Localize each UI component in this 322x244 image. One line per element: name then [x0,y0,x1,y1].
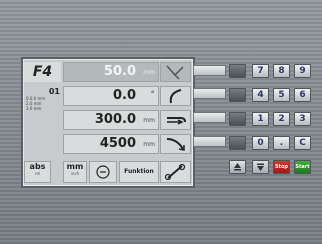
key-5[interactable]: 5 [273,88,290,102]
function-key-3[interactable] [229,112,246,126]
arrow-down-icon [253,163,268,176]
abs-rel-button[interactable]: abs rel [24,161,51,183]
key-0[interactable]: 0 [252,136,269,150]
key-3[interactable]: 3 [294,112,311,126]
program-info: 01 0.0.0 mm 2.0 mm 3.0 mm [24,85,62,111]
inch-label: inch [70,171,80,176]
main-value-unit: mm [143,69,155,76]
display-row-main: F4 50.0 mm [23,61,193,83]
display-row-feed: 4500 mm [23,133,193,155]
feed-value-field[interactable]: 4500 mm [63,134,159,154]
key-1[interactable]: 1 [252,112,269,126]
stop-button[interactable]: Stop [273,160,290,174]
length-unit: mm [143,117,155,124]
rotate-button[interactable] [89,161,117,183]
rotate-icon [90,165,116,184]
angle-unit: ° [150,90,156,100]
feed-value: 4500 [99,136,136,151]
tool-button[interactable] [160,161,191,183]
function-key-2[interactable] [229,88,246,102]
display-row-angle: 01 0.0.0 mm 2.0 mm 3.0 mm 0.0 ° [23,85,193,111]
key-8[interactable]: 8 [273,64,290,78]
function-label: Funktion [124,168,154,175]
feed-icon[interactable] [160,134,191,154]
tool-icon [161,163,190,184]
main-value: 50.0 [103,64,136,79]
function-button[interactable]: Funktion [119,161,159,183]
display-row-length: 300.0 mm [23,109,193,131]
length-value: 300.0 [94,112,136,127]
arrow-up-icon [230,163,245,176]
softkey-4[interactable] [193,136,226,147]
angle-value-field[interactable]: 0.0 ° [63,86,159,106]
key-6[interactable]: 6 [294,88,311,102]
display-bottom-bar: abs rel mm inch Funktion [23,160,193,184]
cutter-icon[interactable] [160,62,191,82]
key-2[interactable]: 2 [273,112,290,126]
feed-unit: mm [143,141,155,148]
key-7[interactable]: 7 [252,64,269,78]
bend-angle-icon[interactable] [160,86,191,106]
angle-value: 0.0 [112,88,136,103]
key-decimal[interactable]: . [273,136,290,150]
arrow-down-button[interactable] [252,160,269,174]
function-key-4[interactable] [229,136,246,150]
key-9[interactable]: 9 [294,64,311,78]
key-4[interactable]: 4 [252,88,269,102]
abs-label: abs [29,162,46,171]
softkey-3[interactable] [193,112,226,123]
start-button[interactable]: Start [294,160,311,174]
softkey-2[interactable] [193,88,226,99]
arrow-up-button[interactable] [229,160,246,174]
key-clear[interactable]: C [294,136,311,150]
program-number: 01 [48,87,60,96]
lcd-display: F4 50.0 mm 01 0.0.0 mm 2.0 mm 3.0 mm 0.0… [21,57,195,188]
main-value-field[interactable]: 50.0 mm [63,62,159,82]
length-arrow-icon[interactable] [160,110,191,130]
program-label: F4 [24,62,61,82]
mm-inch-button[interactable]: mm inch [63,161,87,183]
length-value-field[interactable]: 300.0 mm [63,110,159,130]
rel-label: rel [34,171,41,176]
mm-label: mm [66,162,84,171]
function-key-1[interactable] [229,64,246,78]
softkey-1[interactable] [193,65,226,76]
